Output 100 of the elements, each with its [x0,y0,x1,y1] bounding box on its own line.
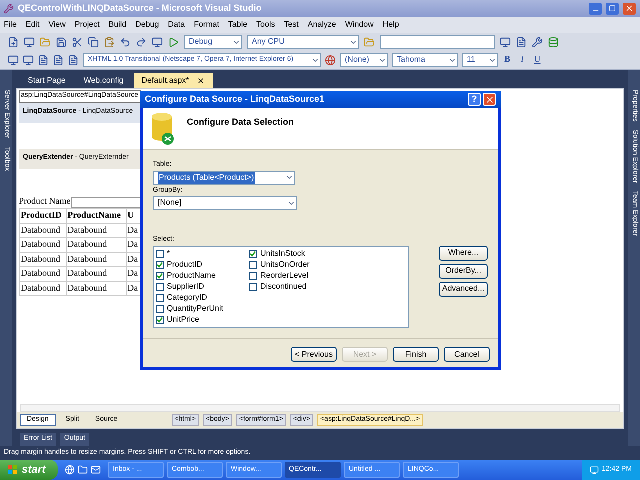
checkbox[interactable] [156,316,164,324]
window-icon[interactable] [24,36,35,48]
undo-icon[interactable] [120,36,131,48]
document-icon[interactable] [53,54,64,66]
document-icon[interactable] [68,54,79,66]
database-icon [151,112,175,146]
document-icon[interactable] [516,36,527,48]
save-icon[interactable] [56,36,67,48]
database-icon[interactable] [548,36,559,48]
paste-icon[interactable] [104,36,115,48]
document-tab[interactable]: Start Page [20,73,74,88]
table-cell: Databound [20,281,66,296]
cut-icon[interactable] [72,36,83,48]
close-icon[interactable] [197,76,206,84]
menu-item[interactable]: Test [284,19,299,31]
close-button[interactable] [483,93,496,106]
checkbox[interactable] [156,250,164,258]
window-icon[interactable] [8,54,19,66]
window-icon[interactable] [23,54,34,66]
restore-icon [609,5,616,12]
column-label: UnitsOnOrder [260,259,310,271]
dialog-button[interactable]: Where... [439,246,488,260]
wrench-icon[interactable] [532,36,543,48]
menu-item[interactable]: Project [74,19,100,31]
checkbox[interactable] [249,272,258,280]
checkbox[interactable] [249,283,258,291]
dialog-title: Configure Data Source - LinqDataSource1 [145,92,326,106]
close-button[interactable] [623,2,636,14]
checkbox[interactable] [156,294,164,302]
dialog-button[interactable]: Advanced... [439,282,488,296]
menu-item[interactable]: Build [108,19,127,31]
table-cell: Databound [66,223,126,238]
column-label: SupplierID [167,281,204,293]
window-icon[interactable] [152,36,163,48]
menu-item[interactable]: Data [168,19,186,31]
menu-item[interactable]: Format [194,19,220,31]
menu-item[interactable]: Analyze [308,19,336,31]
window-icon[interactable] [500,36,511,48]
redo-icon[interactable] [136,36,147,48]
size-dropdown[interactable]: 11 [462,53,498,67]
minimize-button[interactable] [589,2,602,14]
column-label: ProductName [167,270,216,282]
wizard-button[interactable]: Finish [393,347,439,362]
checkbox[interactable] [249,261,258,269]
checkbox[interactable] [156,261,164,269]
table-cell: Databound [66,238,126,252]
groupby-dropdown[interactable]: [None] [153,196,297,210]
format-button[interactable]: B [502,53,513,67]
menu-item[interactable]: Table [228,19,248,31]
table-cell: Databound [66,252,126,266]
app-icon [4,4,14,14]
checkbox[interactable] [156,305,164,313]
restore-button[interactable] [606,2,619,14]
close-icon [625,4,634,13]
dialog-heading: Configure Data Selection [187,116,294,129]
copy-icon[interactable] [88,36,99,48]
column-label: ReorderLevel [260,270,308,282]
menu-item[interactable]: Edit [26,19,40,31]
help-button[interactable]: ? [468,93,481,106]
menu-item[interactable]: Tools [256,19,276,31]
column-label: UnitPrice [167,314,200,326]
filter-input[interactable] [70,197,141,208]
play-icon[interactable] [168,36,179,48]
checkbox[interactable] [249,250,258,258]
document-tab[interactable]: Default.aspx* [134,73,214,88]
style-dropdown[interactable]: (None) [340,53,388,67]
format-button[interactable]: U [532,53,543,67]
globe-icon[interactable] [325,54,336,66]
search-field[interactable] [380,35,495,49]
wizard-button[interactable]: < Previous [291,347,337,362]
column-header: ProductID [20,208,66,223]
wizard-button[interactable]: Cancel [444,347,490,362]
menu-item[interactable]: Debug [136,19,160,31]
column-label: * [167,248,170,260]
mail-icon[interactable] [91,465,101,475]
flag-icon [8,465,18,475]
column-label: Discontinued [260,281,307,293]
column-label: UnitsInStock [260,248,306,260]
menu-item[interactable]: Window [345,19,374,31]
menu-item[interactable]: Help [382,19,400,31]
caret-icon [285,173,294,182]
menu-item[interactable]: View [48,19,66,31]
font-dropdown[interactable]: Tahoma [392,53,458,67]
table-cell: Databound [20,252,66,266]
checkbox[interactable] [156,272,164,280]
monitor-icon[interactable] [590,466,600,474]
filter-label: Product Name [19,194,71,208]
checkbox[interactable] [156,283,164,291]
configuration-dropdown[interactable]: Debug [184,35,242,49]
document-tab[interactable]: Web.config [76,73,132,88]
column-label: CategoryID [167,292,208,304]
table-cell: Databound [20,238,66,252]
new-file-icon[interactable] [8,36,19,48]
horizontal-scrollbar[interactable] [20,404,620,412]
platform-dropdown[interactable]: Any CPU [247,35,359,49]
format-button[interactable]: I [517,53,528,67]
document-icon[interactable] [38,54,49,66]
dialog-button[interactable]: OrderBy... [439,264,488,278]
menu-item[interactable]: File [4,19,17,31]
table-dropdown[interactable]: Products (Table<Product>) [153,170,295,184]
